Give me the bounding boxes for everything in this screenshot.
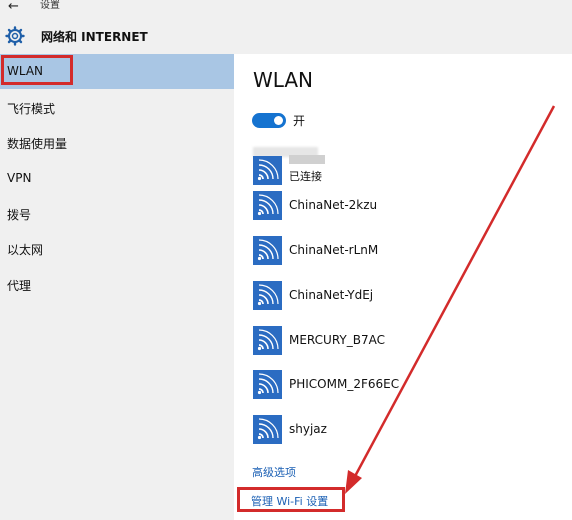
sidebar-item-vpn[interactable]: VPN	[0, 161, 234, 196]
wifi-signal-icon	[257, 373, 279, 395]
title-bar: ← 设置	[0, 0, 572, 20]
main-content: WLAN 开 已连接 ChinaNet-2kzu ChinaNet-rLnM C…	[234, 54, 572, 520]
sidebar-item-label: 以太网	[7, 243, 44, 257]
wifi-toggle[interactable]	[252, 113, 286, 128]
wifi-signal-icon	[257, 329, 279, 351]
sidebar-item-ethernet[interactable]: 以太网	[0, 231, 234, 266]
toggle-label: 开	[293, 114, 306, 128]
wifi-signal-icon	[257, 194, 279, 216]
sidebar-item-wlan[interactable]: WLAN	[0, 54, 234, 89]
back-arrow-icon[interactable]: ←	[8, 0, 19, 13]
redacted-network-ssid	[289, 155, 325, 164]
wifi-icon	[253, 370, 282, 399]
window-title: 设置	[40, 0, 60, 11]
network-name: ChinaNet-rLnM	[289, 243, 379, 257]
sidebar: WLAN 飞行模式 数据使用量 VPN 拨号 以太网 代理	[0, 54, 234, 520]
network-name: ChinaNet-YdEj	[289, 288, 374, 302]
wifi-signal-icon	[257, 284, 279, 306]
network-name: ChinaNet-2kzu	[289, 198, 378, 212]
network-name: PHICOMM_2F66EC	[289, 377, 400, 391]
sidebar-item-label: 代理	[7, 279, 32, 293]
sidebar-item-label: 数据使用量	[7, 137, 68, 151]
wifi-icon	[253, 236, 282, 265]
connected-network[interactable]: 已连接	[253, 147, 553, 190]
gear-icon	[5, 26, 25, 46]
network-item[interactable]: ChinaNet-YdEj	[253, 281, 553, 315]
sidebar-item-dialup[interactable]: 拨号	[0, 196, 234, 231]
network-name: shyjaz	[289, 422, 327, 436]
section-title: WLAN	[253, 68, 314, 92]
page-header: 网络和 INTERNET	[0, 20, 572, 54]
sidebar-item-proxy[interactable]: 代理	[0, 267, 234, 302]
wifi-icon	[253, 326, 282, 355]
network-item[interactable]: ChinaNet-rLnM	[253, 236, 553, 270]
wifi-icon	[253, 415, 282, 444]
wifi-signal-icon	[257, 239, 279, 261]
network-item[interactable]: MERCURY_B7AC	[253, 326, 553, 360]
sidebar-item-label: 拨号	[7, 208, 32, 222]
sidebar-item-label: VPN	[7, 171, 32, 185]
annotation-box-manage-wifi	[237, 487, 345, 512]
wifi-icon	[253, 191, 282, 220]
annotation-box-wlan	[1, 55, 73, 85]
page-title: 网络和 INTERNET	[41, 30, 148, 44]
wifi-signal-icon	[257, 159, 279, 181]
network-item[interactable]: ChinaNet-2kzu	[253, 191, 553, 225]
wifi-icon	[253, 281, 282, 310]
network-name: MERCURY_B7AC	[289, 333, 385, 347]
sidebar-item-label: 飞行模式	[7, 102, 56, 116]
toggle-knob	[274, 116, 283, 125]
wifi-signal-icon	[257, 418, 279, 440]
network-item[interactable]: PHICOMM_2F66EC	[253, 370, 553, 404]
sidebar-item-data-usage[interactable]: 数据使用量	[0, 125, 234, 160]
sidebar-item-airplane-mode[interactable]: 飞行模式	[0, 90, 234, 125]
wifi-icon	[253, 156, 282, 185]
advanced-options-link[interactable]: 高级选项	[252, 464, 296, 480]
connection-status: 已连接	[289, 170, 322, 183]
network-item[interactable]: shyjaz	[253, 415, 553, 449]
